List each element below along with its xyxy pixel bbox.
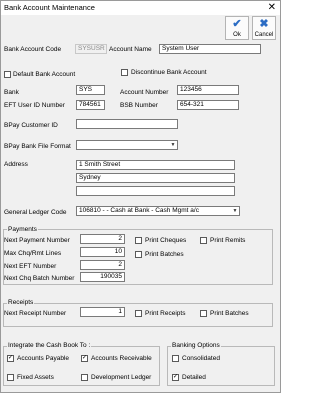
detailed-label: Detailed — [182, 374, 206, 381]
fixed-assets-checkbox[interactable] — [7, 374, 14, 381]
general-ledger-code-select[interactable]: 106810 - - Cash at Bank - Cash Mgmt a/c — [76, 206, 240, 216]
detailed-checkbox[interactable]: ✓ — [172, 374, 179, 381]
eft-user-id-label: EFT User ID Number — [4, 102, 65, 109]
address-line-3-field[interactable] — [76, 186, 235, 196]
consolidated-checkbox[interactable] — [172, 355, 179, 362]
bank-account-maintenance-window: Bank Account Maintenance ✕ ✔ Ok ✖ Cancel… — [0, 0, 281, 393]
cross-icon: ✖ — [259, 18, 269, 30]
print-batches-checkbox[interactable] — [135, 251, 142, 258]
max-chq-rmt-lines-label: Max Chq/Rmt Lines — [4, 250, 62, 257]
account-number-label: Account Number — [120, 89, 169, 96]
toolbar: ✔ Ok ✖ Cancel — [1, 15, 280, 41]
print-receipts-label: Print Receipts — [145, 310, 186, 317]
address-label: Address — [4, 161, 28, 168]
default-bank-account-checkbox[interactable] — [4, 71, 11, 78]
bpay-customer-id-label: BPay Customer ID — [4, 122, 58, 129]
next-receipt-number-field[interactable]: 1 — [80, 307, 125, 317]
next-chq-batch-number-field[interactable]: 190035 — [80, 272, 125, 282]
next-eft-number-field[interactable]: 2 — [80, 260, 125, 270]
window-title: Bank Account Maintenance — [4, 3, 95, 12]
bank-field[interactable]: SYS — [76, 85, 105, 95]
next-receipt-number-label: Next Receipt Number — [4, 310, 67, 317]
accounts-payable-checkbox[interactable]: ✓ — [7, 355, 14, 362]
print-cheques-label: Print Cheques — [145, 237, 187, 244]
discontinue-bank-account-checkbox[interactable] — [121, 69, 128, 76]
title-bar: Bank Account Maintenance ✕ — [1, 1, 280, 15]
bsb-number-field[interactable]: 654-321 — [177, 100, 239, 110]
bpay-bank-file-format-label: BPay Bank File Format — [4, 143, 71, 150]
payments-group-title: Payments — [7, 225, 38, 234]
ok-button-label: Ok — [233, 32, 241, 38]
receipts-group-title: Receipts — [7, 298, 35, 307]
address-line-2-field[interactable]: Sydney — [76, 173, 235, 183]
chevron-down-icon[interactable]: ▼ — [169, 141, 177, 149]
print-batches-label: Print Batches — [145, 251, 184, 258]
default-bank-account-label: Default Bank Account — [13, 71, 76, 78]
accounts-payable-label: Accounts Payable — [17, 355, 70, 362]
print-remits-checkbox[interactable] — [200, 237, 207, 244]
bank-account-code-label: Bank Account Code — [4, 46, 62, 53]
bank-account-code-field: SYSUSR — [75, 44, 107, 54]
general-ledger-code-label: General Ledger Code — [4, 209, 67, 216]
print-cheques-checkbox[interactable] — [135, 237, 142, 244]
print-receipts-checkbox[interactable] — [135, 310, 142, 317]
cancel-button-label: Cancel — [254, 32, 274, 38]
chevron-down-icon[interactable]: ▼ — [231, 207, 239, 215]
bank-label: Bank — [4, 89, 19, 96]
address-line-1-field[interactable]: 1 Smith Street — [76, 160, 235, 170]
print-remits-label: Print Remits — [210, 237, 246, 244]
eft-user-id-field[interactable]: 784561 — [76, 100, 105, 110]
banking-options-group-title: Banking Options — [171, 341, 221, 350]
account-name-field[interactable]: System User — [159, 44, 261, 54]
discontinue-bank-account-label: Discontinue Bank Account — [131, 69, 207, 76]
consolidated-label: Consolidated — [182, 355, 220, 362]
ok-button[interactable]: ✔ Ok — [225, 16, 249, 40]
fixed-assets-label: Fixed Assets — [17, 374, 54, 381]
bsb-number-label: BSB Number — [120, 102, 158, 109]
next-eft-number-label: Next EFT Number — [4, 263, 57, 270]
receipts-print-batches-label: Print Batches — [210, 310, 249, 317]
development-ledger-label: Development Ledger — [91, 374, 152, 381]
receipts-print-batches-checkbox[interactable] — [200, 310, 207, 317]
account-name-label: Account Name — [109, 46, 152, 53]
integrate-cash-book-group-title: Integrate the Cash Book To : — [7, 341, 92, 350]
account-number-field[interactable]: 123456 — [177, 85, 239, 95]
max-chq-rmt-lines-field[interactable]: 10 — [80, 247, 125, 257]
checkmark-icon: ✔ — [232, 18, 242, 30]
accounts-receivable-label: Accounts Receivable — [91, 355, 152, 362]
next-payment-number-label: Next Payment Number — [4, 237, 70, 244]
cancel-button[interactable]: ✖ Cancel — [252, 16, 276, 40]
development-ledger-checkbox[interactable] — [81, 374, 88, 381]
close-icon[interactable]: ✕ — [268, 1, 276, 14]
bpay-bank-file-format-select[interactable] — [76, 140, 178, 150]
bpay-customer-id-field[interactable] — [76, 119, 178, 129]
accounts-receivable-checkbox[interactable]: ✓ — [81, 355, 88, 362]
next-payment-number-field[interactable]: 2 — [80, 234, 125, 244]
next-chq-batch-number-label: Next Chq Batch Number — [4, 275, 75, 282]
